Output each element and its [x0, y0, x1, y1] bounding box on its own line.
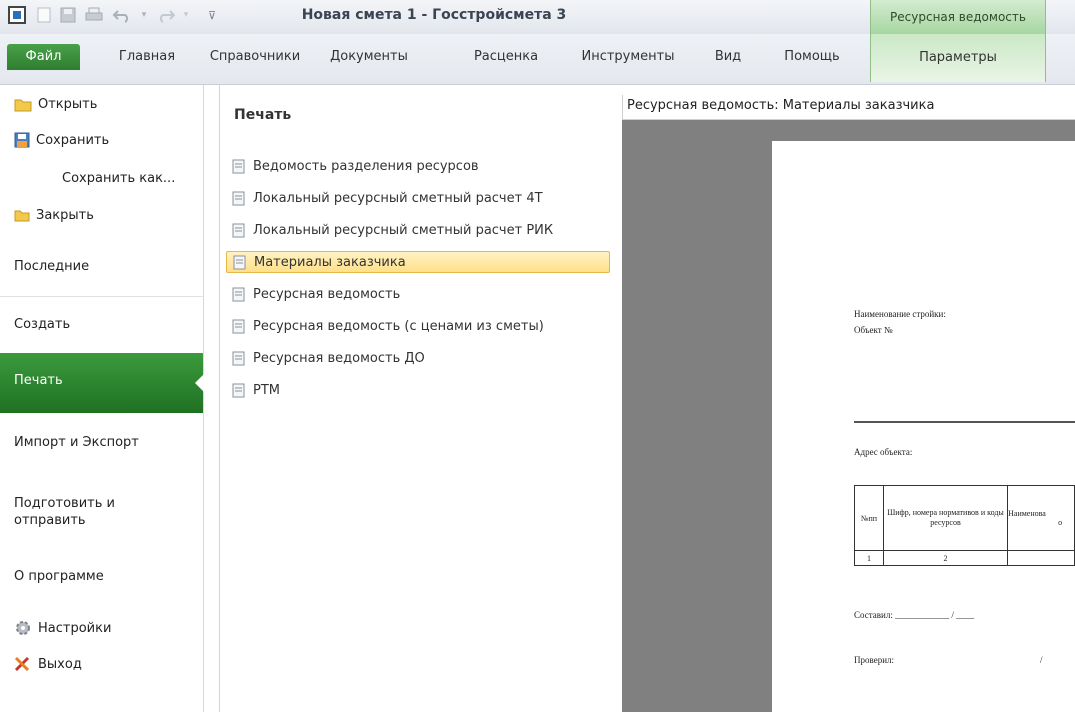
tab-view[interactable]: Вид	[708, 45, 748, 69]
print-panel-title: Печать	[234, 107, 292, 123]
nav-create[interactable]: Создать	[14, 317, 70, 332]
report-item[interactable]: Локальный ресурсный сметный расчет 4Т	[226, 187, 610, 209]
tab-file[interactable]: Файл	[7, 44, 80, 70]
nav-import-export[interactable]: Импорт и Экспорт	[14, 435, 139, 450]
report-item[interactable]: Ведомость разделения ресурсов	[226, 155, 610, 177]
document-icon	[232, 383, 245, 397]
sheet-cell	[1007, 550, 1075, 566]
nav-print-label: Печать	[14, 373, 63, 388]
selection-notch	[195, 374, 204, 392]
report-item-selected[interactable]: Материалы заказчика	[226, 251, 610, 273]
document-icon	[233, 255, 246, 269]
report-label: Ресурсная ведомость	[253, 286, 401, 302]
folder-close-icon	[14, 210, 30, 222]
nav-about[interactable]: О программе	[14, 569, 104, 584]
report-item[interactable]: Ресурсная ведомость (с ценами из сметы)	[226, 315, 610, 337]
tab-home[interactable]: Главная	[107, 45, 187, 69]
save-as-command[interactable]: Сохранить как...	[62, 167, 175, 189]
document-icon	[232, 223, 245, 237]
document-icon	[232, 351, 245, 365]
sheet-cell: 2	[882, 550, 1009, 566]
sheet-cell: 1	[854, 550, 884, 566]
document-icon	[232, 319, 245, 333]
sheet-table: №пп Шифр, номера нормативов и коды ресур…	[854, 485, 1075, 566]
close-label: Закрыть	[36, 207, 94, 223]
sheet-col-header: Наименова о	[1007, 485, 1075, 551]
document-icon	[232, 191, 245, 205]
close-command[interactable]: Закрыть	[14, 204, 94, 226]
tab-parameters[interactable]: Параметры	[870, 34, 1046, 82]
sheet-checked-separator: /	[1040, 655, 1043, 665]
exit-command[interactable]: Выход	[14, 653, 82, 675]
sheet-checked-by: Проверил:	[854, 655, 894, 665]
title-bar: ▾ ▾ ⊽ Новая смета 1 - Госстройсмета 3 Ре…	[0, 0, 1075, 34]
open-label: Открыть	[38, 96, 98, 112]
open-command[interactable]: Открыть	[14, 93, 97, 115]
sheet-col-header: №пп	[854, 485, 884, 551]
save-as-label: Сохранить как...	[62, 170, 176, 186]
backstage-nav: Открыть Сохранить Сохранить как... Закры…	[0, 85, 204, 712]
report-item[interactable]: Ресурсная ведомость	[226, 283, 610, 305]
nav-print[interactable]: Печать	[0, 353, 204, 413]
window-title: Новая смета 1 - Госстройсмета 3	[301, 7, 567, 23]
report-item[interactable]: РТМ	[226, 379, 610, 401]
save-command[interactable]: Сохранить	[14, 129, 109, 151]
print-options-panel: Печать Ведомость разделения ресурсов Лок…	[219, 85, 622, 712]
sheet-object-number: Объект №	[854, 325, 893, 335]
nav-divider	[0, 296, 203, 297]
report-label: Ведомость разделения ресурсов	[253, 158, 479, 174]
settings-command[interactable]: Настройки	[14, 617, 111, 639]
exit-tools-icon	[14, 656, 30, 672]
report-label: Локальный ресурсный сметный расчет 4Т	[253, 190, 543, 206]
report-label: Локальный ресурсный сметный расчет РИК	[253, 222, 554, 238]
report-label: Ресурсная ведомость (с ценами из сметы)	[253, 318, 544, 334]
preview-title: Ресурсная ведомость: Материалы заказчика	[627, 98, 935, 113]
report-label: Материалы заказчика	[254, 254, 406, 270]
report-item[interactable]: Ресурсная ведомость ДО	[226, 347, 610, 369]
settings-label: Настройки	[38, 620, 112, 636]
save-label: Сохранить	[36, 132, 110, 148]
report-label: РТМ	[253, 382, 280, 398]
preview-header: Ресурсная ведомость: Материалы заказчика	[622, 95, 1075, 120]
tab-references[interactable]: Справочники	[206, 45, 304, 69]
sheet-compiled-by: Составил: ____________ / ____	[854, 610, 975, 620]
tab-help[interactable]: Помощь	[777, 45, 847, 69]
settings-gear-icon	[16, 621, 30, 635]
tab-rates[interactable]: Расценка	[466, 45, 546, 69]
sheet-address: Адрес объекта:	[854, 447, 913, 457]
save-disk-icon	[14, 132, 30, 148]
preview-page: Наименование стройки: Объект № Адрес объ…	[772, 141, 1075, 712]
folder-open-icon	[14, 99, 32, 111]
document-icon	[232, 287, 245, 301]
ribbon-tab-bar: Файл Главная Справочники Документы Расце…	[0, 34, 1075, 85]
tab-documents[interactable]: Документы	[321, 45, 417, 69]
report-label: Ресурсная ведомость ДО	[253, 350, 425, 366]
sheet-construction-name: Наименование стройки:	[854, 309, 946, 319]
context-tab-group-label: Ресурсная ведомость	[870, 0, 1046, 34]
sheet-col-header: Шифр, номера нормативов и коды ресурсов	[882, 485, 1009, 551]
nav-prepare-send[interactable]: Подготовить и отправить	[14, 495, 184, 529]
sheet-rule	[854, 421, 1075, 423]
document-icon	[232, 159, 245, 173]
nav-recent[interactable]: Последние	[14, 259, 89, 274]
report-item[interactable]: Локальный ресурсный сметный расчет РИК	[226, 219, 610, 241]
tab-tools[interactable]: Инструменты	[575, 45, 681, 69]
exit-label: Выход	[38, 656, 82, 672]
